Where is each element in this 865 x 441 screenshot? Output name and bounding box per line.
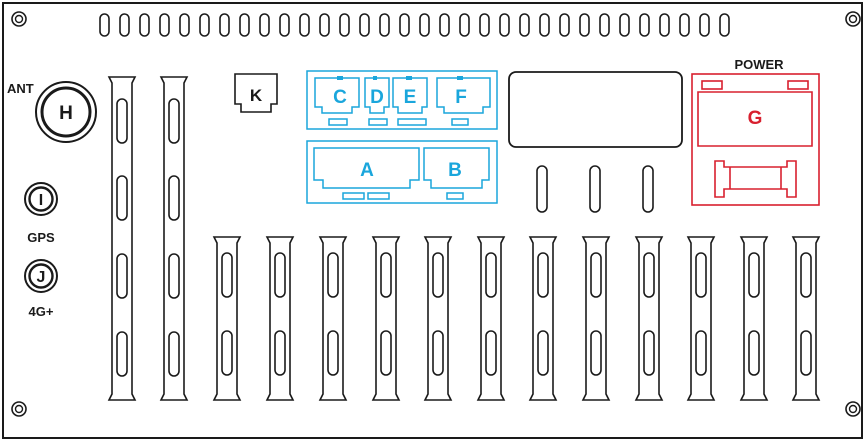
connector-f-label: F: [455, 87, 467, 108]
connector-d-label: D: [370, 87, 384, 108]
connector-g-label: G: [748, 108, 763, 129]
ant-label: ANT: [7, 81, 34, 96]
connector-a-label: A: [360, 160, 374, 181]
rear-panel-diagram: ANT H I GPS J 4G+ K C D E F A B POWER G: [2, 2, 863, 439]
connector-i-label: I: [39, 192, 43, 209]
connector-e-label: E: [404, 87, 417, 108]
connector-k-label: K: [250, 86, 263, 105]
gps-label: GPS: [27, 230, 55, 245]
power-label: POWER: [734, 57, 784, 72]
connector-h-label: H: [59, 103, 73, 124]
lte-label: 4G+: [29, 304, 54, 319]
connector-b-label: B: [448, 160, 462, 181]
connector-c-label: C: [333, 87, 347, 108]
connector-j-label: J: [37, 269, 46, 286]
